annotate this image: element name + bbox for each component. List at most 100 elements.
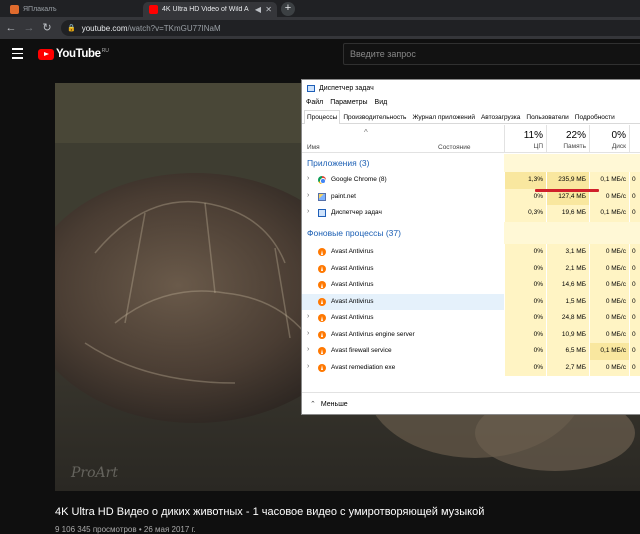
avast-icon xyxy=(318,363,326,372)
sort-caret-icon[interactable]: ^ xyxy=(364,128,368,137)
process-row[interactable]: Avast Antivirus 0% 14,6 МБ 0 МБ/с 0 xyxy=(302,277,640,294)
expand-chevron-icon[interactable]: › xyxy=(307,330,309,337)
menu-file[interactable]: Файл xyxy=(306,97,323,109)
memory-value: 235,9 МБ xyxy=(546,172,589,189)
process-row[interactable]: › Avast remediation exe 0% 2,7 МБ 0 МБ/с… xyxy=(302,359,640,376)
expand-chevron-icon[interactable]: › xyxy=(307,192,309,199)
column-disk[interactable]: 0% Диск xyxy=(589,125,629,153)
cpu-value: 0% xyxy=(504,359,546,376)
expand-chevron-icon[interactable]: › xyxy=(307,208,309,215)
column-status[interactable]: Состояние xyxy=(438,144,470,151)
browser-tab-yaplakal[interactable]: ЯПлакалъ xyxy=(4,2,142,17)
fewer-details-bar[interactable]: ⌃ Меньше xyxy=(302,392,640,415)
highlight-underline xyxy=(535,189,599,192)
process-row[interactable]: › Avast firewall service 0% 6,5 МБ 0,1 М… xyxy=(302,343,640,360)
cpu-value: 0% xyxy=(504,260,546,277)
process-row[interactable]: Avast Antivirus 0% 3,1 МБ 0 МБ/с 0 xyxy=(302,244,640,261)
process-row[interactable]: › Диспетчер задач 0,3% 19,6 МБ 0,1 МБ/с … xyxy=(302,205,640,222)
cpu-value: 0% xyxy=(504,310,546,327)
column-memory[interactable]: 22% Память xyxy=(546,125,589,153)
tab-bar: Процессы Производительность Журнал прило… xyxy=(302,110,640,124)
expand-chevron-icon[interactable]: › xyxy=(307,313,309,320)
disk-total: 0% xyxy=(611,130,626,141)
yaplakal-favicon-icon xyxy=(10,5,19,14)
cpu-value: 0% xyxy=(504,244,546,261)
group-background-heading: Фоновые процессы (37) xyxy=(307,228,401,238)
process-name: paint.net xyxy=(331,192,356,200)
process-name: Google Chrome (8) xyxy=(331,176,387,183)
expand-chevron-icon[interactable]: › xyxy=(307,175,309,182)
browser-tab-youtube[interactable]: 4K Ultra HD Video of Wild A ◀ ✕ xyxy=(143,2,277,17)
group-apps-heading: Приложения (3) xyxy=(307,158,370,168)
network-value: 0 xyxy=(629,205,640,222)
url-text: youtube.com/watch?v=TKmGU77INaM xyxy=(82,24,221,33)
column-cpu[interactable]: 11% ЦП xyxy=(504,125,546,153)
memory-value: 3,1 МБ xyxy=(546,244,589,261)
process-row[interactable]: › Avast Antivirus engine server 0% 10,9 … xyxy=(302,326,640,343)
forward-button[interactable]: → xyxy=(22,20,36,36)
disk-value: 0 МБ/с xyxy=(589,244,629,261)
process-name: Диспетчер задач xyxy=(331,209,382,216)
avast-icon xyxy=(318,248,326,256)
cpu-value: 0% xyxy=(504,343,546,360)
process-row[interactable]: › Google Chrome (8) 1,3% 235,9 МБ 0,1 МБ… xyxy=(302,172,640,189)
task-manager-window[interactable]: Диспетчер задач Файл Параметры Вид Проце… xyxy=(301,79,640,415)
tab-performance[interactable]: Производительность xyxy=(340,110,409,123)
lock-icon[interactable]: 🔒 xyxy=(67,24,76,32)
network-value: 0 xyxy=(629,277,640,294)
memory-value: 1,5 МБ xyxy=(546,293,589,310)
memory-value: 24,8 МБ xyxy=(546,310,589,327)
memory-value: 2,7 МБ xyxy=(546,359,589,376)
disk-value: 0,1 МБ/с xyxy=(589,172,629,189)
avast-icon xyxy=(318,297,326,306)
process-row[interactable]: Avast Antivirus 0% 2,1 МБ 0 МБ/с 0 xyxy=(302,260,640,277)
menu-view[interactable]: Вид xyxy=(375,97,388,109)
browser-tab-strip: ЯПлакалъ 4K Ultra HD Video of Wild A ◀ ✕… xyxy=(0,0,640,17)
process-row-selected[interactable]: Avast Antivirus 0% 1,5 МБ 0 МБ/с 0 xyxy=(302,293,640,310)
expand-chevron-icon[interactable]: › xyxy=(307,363,309,370)
address-bar[interactable]: 🔒 youtube.com/watch?v=TKmGU77INaM xyxy=(61,20,640,36)
process-list: Приложения (3) › Google Chrome (8) 1,3% … xyxy=(302,154,640,378)
back-button[interactable]: ← xyxy=(4,20,18,36)
tab-startup[interactable]: Автозагрузка xyxy=(478,110,523,123)
network-value: 0 xyxy=(629,172,640,189)
disk-value: 0,1 МБ/с xyxy=(589,205,629,222)
tab-details[interactable]: Подробности xyxy=(572,110,618,123)
menu-icon[interactable] xyxy=(12,48,23,59)
fewer-details-link[interactable]: Меньше xyxy=(321,401,348,408)
column-name[interactable]: Имя xyxy=(307,144,320,151)
audio-icon[interactable]: ◀ xyxy=(255,5,261,14)
close-tab-icon[interactable]: ✕ xyxy=(265,5,272,14)
column-network[interactable] xyxy=(629,125,640,153)
disk-value: 0 МБ/с xyxy=(589,310,629,327)
network-value: 0 xyxy=(629,326,640,343)
cpu-value: 0% xyxy=(504,277,546,294)
disk-value: 0 МБ/с xyxy=(589,359,629,376)
expand-chevron-icon[interactable]: › xyxy=(307,346,309,353)
search-input[interactable]: Введите запрос xyxy=(343,43,640,65)
chrome-icon xyxy=(318,176,326,184)
reload-button[interactable]: ↻ xyxy=(40,20,54,36)
process-name: Avast Antivirus xyxy=(331,297,374,305)
task-manager-icon xyxy=(318,209,326,217)
tab-processes[interactable]: Процессы xyxy=(304,110,341,124)
menu-options[interactable]: Параметры xyxy=(330,97,367,109)
youtube-logo[interactable]: YouTube RU xyxy=(38,48,109,60)
memory-total: 22% xyxy=(565,130,586,141)
url-path: /watch?v=TKmGU77INaM xyxy=(127,23,221,33)
cpu-label: ЦП xyxy=(533,143,543,150)
process-row[interactable]: › Avast Antivirus 0% 24,8 МБ 0 МБ/с 0 xyxy=(302,310,640,327)
menu-bar: Файл Параметры Вид xyxy=(302,97,640,109)
tab-users[interactable]: Пользователи xyxy=(523,110,571,123)
chevron-up-icon[interactable]: ⌃ xyxy=(310,400,316,408)
avast-icon xyxy=(318,314,326,322)
disk-value: 0 МБ/с xyxy=(589,326,629,343)
watermark-text: ProArt xyxy=(71,465,118,481)
video-title: 4K Ultra HD Видео о диких животных - 1 ч… xyxy=(55,506,485,518)
process-name: Avast Antivirus engine server xyxy=(331,330,415,338)
tab-app-history[interactable]: Журнал приложений xyxy=(409,110,478,123)
window-titlebar[interactable]: Диспетчер задач xyxy=(302,80,640,96)
new-tab-button[interactable]: + xyxy=(281,2,295,16)
url-host: youtube.com xyxy=(81,23,128,33)
browser-toolbar: ← → ↻ 🔒 youtube.com/watch?v=TKmGU77INaM xyxy=(0,17,640,39)
